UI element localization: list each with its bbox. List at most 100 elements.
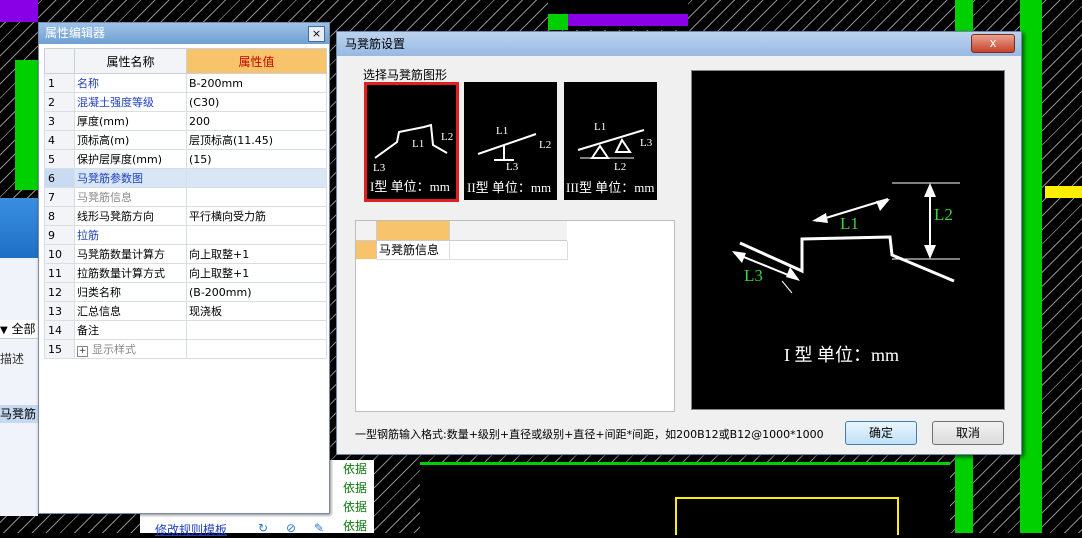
property-value[interactable] [186, 168, 327, 188]
property-value[interactable]: (B-200mm) [186, 282, 327, 302]
table-row[interactable]: 3 厚度(mm) 200 [44, 111, 327, 131]
shape1-l3: L3 [373, 162, 386, 174]
property-name: 混凝土强度等级 [74, 92, 187, 112]
grid-row-value[interactable] [449, 241, 568, 260]
property-name: 备注 [74, 320, 187, 340]
header-property-value: 属性值 [186, 48, 327, 74]
table-row[interactable]: 13 汇总信息 现浇板 [44, 301, 327, 321]
row-index: 6 [44, 168, 75, 188]
shape1-l2: L2 [441, 131, 453, 143]
table-row[interactable]: 7 马凳筋信息 [44, 187, 327, 207]
table-row[interactable]: 9 拉筋 [44, 225, 327, 245]
property-name: 拉筋 [74, 225, 187, 245]
table-row[interactable]: 15 + 显示样式 [44, 339, 327, 359]
row-index: 3 [44, 111, 75, 131]
property-value[interactable]: 层顶标高(11.45) [186, 130, 327, 150]
shape-option-type-3[interactable]: L1 L2 L3 III型 单位：mm [564, 82, 657, 200]
row-index: 10 [44, 244, 75, 264]
cad-yellow-mark [1045, 186, 1082, 198]
property-name: 名称 [74, 73, 187, 93]
property-value[interactable]: 200 [186, 111, 327, 131]
cad-yellow-outline [675, 497, 899, 535]
basis-cell: 依据 [343, 500, 368, 514]
cad-top-purple [548, 14, 688, 26]
table-row[interactable]: 1 名称 B-200mm [44, 73, 327, 93]
row-index: 12 [44, 282, 75, 302]
table-row[interactable]: 8 线形马凳筋方向 平行横向受力筋 [44, 206, 327, 226]
shape-preview-panel: L1 L2 L3 I 型 单位：mm [691, 70, 1005, 410]
property-editor-title: 属性编辑器 [39, 23, 329, 44]
table-row[interactable]: 12 归类名称 (B-200mm) [44, 282, 327, 302]
row-index: 14 [44, 320, 75, 340]
property-value[interactable]: (C30) [186, 92, 327, 112]
property-value[interactable]: B-200mm [186, 73, 327, 93]
ok-button[interactable]: 确定 [845, 421, 917, 445]
row-index: 2 [44, 92, 75, 112]
preview-l3: L3 [744, 266, 763, 285]
preview-l1: L1 [840, 214, 859, 233]
underlay-tree-item[interactable]: 马凳筋 [0, 405, 38, 423]
property-name-with-expander: + 显示样式 [74, 339, 187, 359]
property-value[interactable]: 平行横向受力筋 [186, 206, 327, 226]
table-row[interactable]: 6 马凳筋参数图 [44, 168, 327, 188]
property-value[interactable]: (15) [186, 149, 327, 169]
table-row[interactable]: 11 拉筋数量计算方式 向上取整+1 [44, 263, 327, 283]
row-index: 13 [44, 301, 75, 321]
table-row[interactable]: 14 备注 [44, 320, 327, 340]
cancel-button[interactable]: 取消 [932, 421, 1004, 445]
chair-info-grid[interactable]: 马凳筋信息 [355, 220, 675, 412]
table-row[interactable]: 10 马凳筋数量计算方 向上取整+1 [44, 244, 327, 264]
underlay-dropdown-text: 全部 [11, 322, 36, 336]
property-name: 汇总信息 [74, 301, 187, 321]
basis-cell: 依据 [343, 519, 368, 533]
preview-l2: L2 [934, 205, 953, 224]
grid-row-header [356, 241, 377, 259]
property-name: 显示样式 [92, 343, 136, 356]
table-row[interactable]: 2 混凝土强度等级 (C30) [44, 92, 327, 112]
property-name: 马凳筋参数图 [74, 168, 187, 188]
shape3-l3: L3 [640, 137, 653, 149]
shape2-l1: L1 [496, 125, 508, 137]
grid-corner [356, 221, 377, 241]
property-value[interactable] [186, 187, 327, 207]
property-table: 属性名称 属性值 1 名称 B-200mm 2 混凝土强度等级 (C30) 3 厚度(mm… [44, 48, 327, 359]
grid-row-label: 马凳筋信息 [377, 241, 451, 260]
property-value[interactable] [186, 225, 327, 245]
close-icon[interactable]: × [308, 26, 325, 42]
row-index: 4 [44, 130, 75, 150]
input-format-hint: 一型钢筋输入格式:数量+级别+直径或级别+直径+间距*间距，如200B12或B1… [355, 428, 824, 441]
property-name: 马凳筋信息 [74, 187, 187, 207]
row-index: 7 [44, 187, 75, 207]
property-value[interactable]: 现浇板 [186, 301, 327, 321]
row-index: 1 [44, 73, 75, 93]
property-value[interactable]: 向上取整+1 [186, 244, 327, 264]
modify-rule-template-link[interactable]: 修改规则模板 [155, 521, 227, 538]
underlay-dropdown[interactable]: ▼ 全部 [0, 320, 38, 339]
property-value[interactable]: 向上取整+1 [186, 263, 327, 283]
expand-plus-icon[interactable]: + [77, 346, 88, 357]
property-name: 线形马凳筋方向 [74, 206, 187, 226]
shape-option-type-1[interactable]: L1 L2 L3 I型 单位：mm [364, 82, 459, 202]
row-index: 9 [44, 225, 75, 245]
shape3-caption: III型 单位：mm [566, 180, 654, 195]
section-label: 选择马凳筋图形 [363, 68, 448, 82]
shape1-l1: L1 [412, 138, 424, 150]
shape1-caption: I型 单位：mm [370, 179, 450, 194]
row-index: 5 [44, 149, 75, 169]
property-value[interactable] [186, 339, 327, 359]
basis-column: 依据 依据 依据 依据 [338, 460, 374, 533]
dialog-title: 马凳筋设置 [337, 32, 1021, 56]
row-index: 8 [44, 206, 75, 226]
table-row[interactable]: 4 顶标高(m) 层顶标高(11.45) [44, 130, 327, 150]
shape2-l2: L2 [539, 139, 551, 151]
shape-type-1-diagram: L1 L2 L3 I型 单位：mm [370, 123, 453, 194]
grid-header-col1 [377, 221, 449, 241]
property-name: 拉筋数量计算方式 [74, 263, 187, 283]
cad-green-strip [15, 60, 38, 190]
table-row[interactable]: 5 保护层厚度(mm) (15) [44, 149, 327, 169]
shape-option-type-2[interactable]: L1 L2 L3 II型 单位：mm [464, 82, 557, 200]
shape3-l2: L2 [614, 161, 626, 173]
close-icon[interactable]: x [971, 34, 1015, 53]
row-index: 15 [44, 339, 75, 359]
property-value[interactable] [186, 320, 327, 340]
